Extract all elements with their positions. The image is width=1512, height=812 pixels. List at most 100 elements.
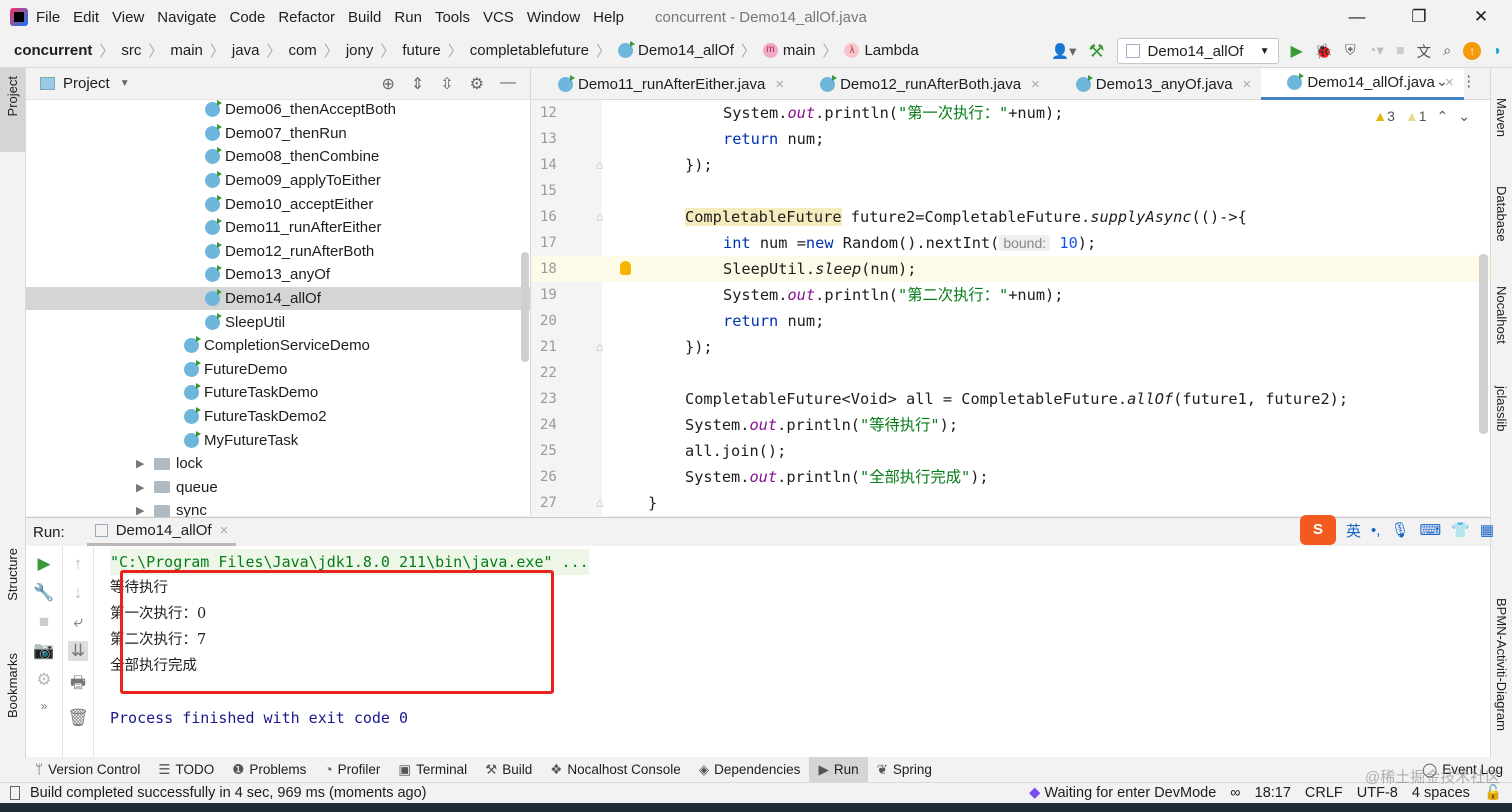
translate-icon[interactable]: 文 <box>1417 41 1432 62</box>
update-icon[interactable]: ↑ <box>1463 42 1482 60</box>
fold-icon[interactable]: ⌂ <box>596 152 603 178</box>
code-area[interactable]: 12 System.out.println("第一次执行："+num); 13 ret… <box>532 100 1490 516</box>
tabs-more-icon[interactable]: ⌄ <box>1436 74 1448 90</box>
stripe-bpmn[interactable]: BPMN-Activiti-Diagram <box>1494 598 1509 731</box>
grid-icon[interactable]: ▦ <box>1480 521 1494 539</box>
microphone-icon[interactable]: 🎙 <box>1390 521 1409 539</box>
menu-window[interactable]: Window <box>527 9 580 26</box>
tree-item[interactable]: ▶ queue <box>26 476 530 500</box>
tree-scrollbar[interactable] <box>521 252 529 362</box>
build-hammer-icon[interactable]: ⚒ <box>1088 41 1104 62</box>
next-highlight-icon[interactable]: ⌄ <box>1458 108 1470 125</box>
up-arrow-icon[interactable]: ↑ <box>74 554 83 574</box>
skin-icon[interactable]: 👕 <box>1451 521 1470 539</box>
breadcrumb-item[interactable]: concurrent 〉 <box>14 40 121 61</box>
chevron-right-icon[interactable]: ▶ <box>136 481 154 494</box>
camera-icon[interactable]: 📷 <box>33 641 54 661</box>
hide-icon[interactable]: — <box>500 74 516 94</box>
inspection-widget[interactable]: ▲3 ▲1 ⌃ ⌄ <box>1373 108 1470 125</box>
tree-item[interactable]: FutureTaskDemo2 <box>26 405 530 429</box>
breadcrumb-item[interactable]: λ Lambda <box>844 42 919 59</box>
breadcrumb-item[interactable]: main 〉 <box>170 40 232 61</box>
tree-item[interactable]: Demo07_thenRun <box>26 122 530 146</box>
close-icon[interactable]: × <box>1031 76 1040 93</box>
stripe-bookmarks[interactable]: Bookmarks <box>5 653 20 722</box>
tool-window-dependencies[interactable]: ◈ Dependencies <box>690 757 810 782</box>
more-icon[interactable]: » <box>41 699 48 713</box>
tab-demo13_anyof-java[interactable]: Demo13_anyOf.java × <box>1050 68 1262 100</box>
down-arrow-icon[interactable]: ↓ <box>74 583 83 603</box>
tree-item[interactable]: Demo14_allOf <box>26 286 530 311</box>
breadcrumb-item[interactable]: com 〉 <box>288 40 345 61</box>
close-button[interactable]: ✕ <box>1450 0 1512 34</box>
collapse-all-icon[interactable]: ⇳ <box>440 74 453 94</box>
tool-window-nocalhost-console[interactable]: ❖ Nocalhost Console <box>541 757 689 782</box>
breadcrumb-item[interactable]: jony 〉 <box>346 40 403 61</box>
trash-icon[interactable]: 🗑 <box>67 708 89 728</box>
chevron-right-icon[interactable]: ▶ <box>136 457 154 470</box>
tree-item[interactable]: Demo09_applyToEither <box>26 169 530 193</box>
lightbulb-icon[interactable] <box>620 261 631 275</box>
tool-window-spring[interactable]: ❦ Spring <box>868 757 941 782</box>
menu-edit[interactable]: Edit <box>73 9 99 26</box>
editor-scrollbar[interactable] <box>1479 254 1488 434</box>
expand-all-icon[interactable]: ⇕ <box>411 74 424 94</box>
search-icon[interactable]: ⌕ <box>1443 43 1451 59</box>
print-icon[interactable]: 🖶 <box>70 670 86 699</box>
stripe-jclasslib[interactable]: jclasslib <box>1494 386 1509 432</box>
menu-tools[interactable]: Tools <box>435 9 470 26</box>
run-tab[interactable]: Demo14_allOf × <box>86 518 237 546</box>
tree-item[interactable]: Demo06_thenAcceptBoth <box>26 98 530 122</box>
soft-wrap-icon[interactable]: ⤶ <box>73 612 83 632</box>
breadcrumb-item[interactable]: future 〉 <box>402 40 469 61</box>
close-tab-icon[interactable]: × <box>220 522 229 539</box>
stop-icon[interactable]: ■ <box>1396 43 1405 59</box>
status-toggle-icon[interactable] <box>10 786 20 800</box>
tree-item[interactable]: ▶ lock <box>26 452 530 476</box>
menu-code[interactable]: Code <box>229 9 265 26</box>
menu-file[interactable]: File <box>36 9 60 26</box>
keyboard-icon[interactable]: ⌨ <box>1419 521 1441 539</box>
caret-position[interactable]: 18:17 <box>1255 785 1291 801</box>
wrench-icon[interactable]: 🔧 <box>33 583 54 603</box>
menu-refactor[interactable]: Refactor <box>278 9 335 26</box>
tool-window-version-control[interactable]: ᛘ Version Control <box>26 757 149 782</box>
warning-count[interactable]: ▲3 <box>1373 108 1395 125</box>
sync-icon[interactable]: ∞ <box>1230 785 1240 801</box>
breadcrumb-item[interactable]: java 〉 <box>232 40 289 61</box>
tab-demo14_allof-java[interactable]: Demo14_allOf.java × <box>1261 68 1464 100</box>
tree-item[interactable]: FutureTaskDemo <box>26 381 530 405</box>
sogou-logo-icon[interactable]: S <box>1300 515 1336 545</box>
tab-demo11_runaftereither-java[interactable]: Demo11_runAfterEither.java × <box>532 68 794 100</box>
scroll-to-end-icon[interactable]: ⇊ <box>67 641 89 661</box>
punctuation-icon[interactable]: •, <box>1371 522 1380 539</box>
tree-item[interactable]: SleepUtil <box>26 310 530 334</box>
fold-icon[interactable]: ⌂ <box>596 204 603 230</box>
project-view-select[interactable]: Project <box>63 75 110 92</box>
run-configuration-select[interactable]: Demo14_allOf ▼ <box>1116 38 1279 64</box>
menu-vcs[interactable]: VCS <box>483 9 514 26</box>
breadcrumb-item[interactable]: Demo14_allOf 〉 <box>618 40 763 61</box>
gear-icon[interactable]: ⚙ <box>470 74 484 94</box>
tree-item[interactable]: Demo11_runAfterEither <box>26 216 530 240</box>
stop-icon[interactable]: ■ <box>39 612 49 632</box>
stripe-structure[interactable]: Structure <box>5 548 20 605</box>
plugin-icon[interactable]: ◗ <box>1493 43 1502 59</box>
menu-build[interactable]: Build <box>348 9 381 26</box>
stripe-nocalhost[interactable]: Nocalhost <box>1494 286 1509 344</box>
close-icon[interactable]: × <box>1243 76 1252 93</box>
tree-item[interactable]: Demo12_runAfterBoth <box>26 240 530 264</box>
tree-item[interactable]: Demo08_thenCombine <box>26 145 530 169</box>
tree-item[interactable]: Demo10_acceptEither <box>26 192 530 216</box>
tool-window-run[interactable]: ▶ Run <box>809 757 868 782</box>
fold-icon[interactable]: ⌂ <box>596 490 603 516</box>
tool-window-problems[interactable]: ❶ Problems <box>223 757 315 782</box>
tool-window-terminal[interactable]: ▣ Terminal <box>389 757 476 782</box>
fold-icon[interactable]: ⌂ <box>596 334 603 360</box>
profile-icon[interactable]: ◔▾ <box>1368 43 1384 59</box>
devmode-status[interactable]: ◆ Waiting for enter DevMode <box>1029 785 1216 801</box>
breadcrumb-item[interactable]: completablefuture 〉 <box>470 40 618 61</box>
breadcrumb-item[interactable]: src 〉 <box>121 40 170 61</box>
debug-icon[interactable]: 🐞 <box>1315 43 1333 60</box>
coverage-icon[interactable]: ⛨ <box>1345 43 1356 59</box>
